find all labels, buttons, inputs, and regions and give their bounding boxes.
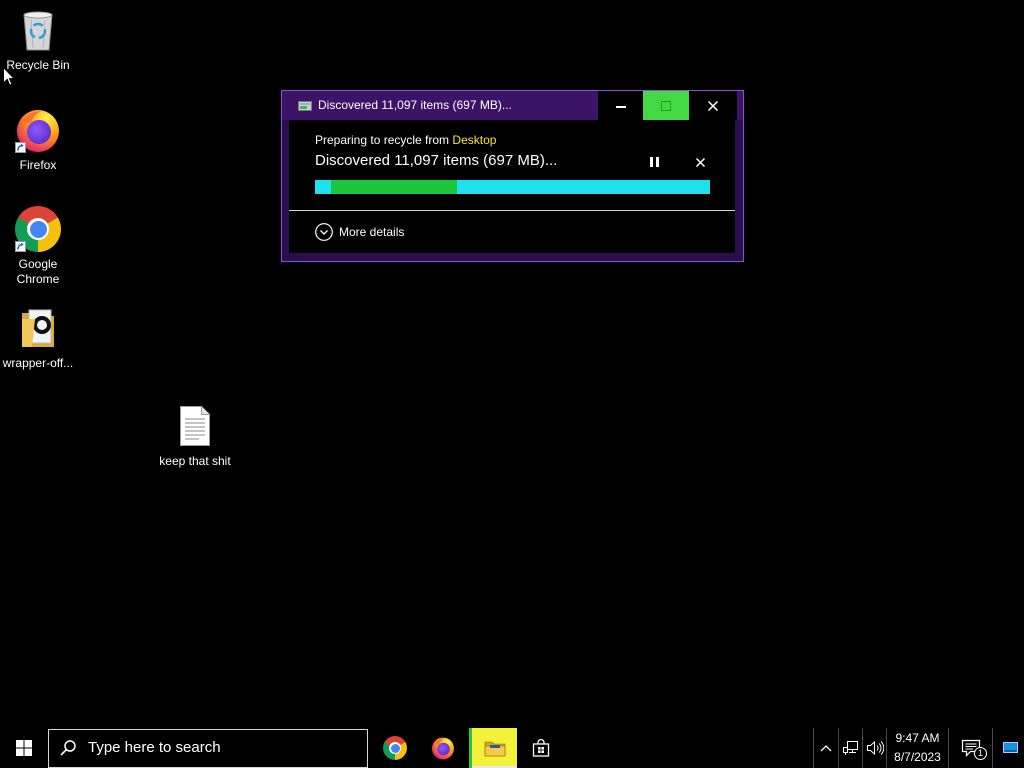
taskbar-app-chrome[interactable]	[371, 728, 419, 768]
pause-button[interactable]	[644, 152, 664, 172]
desktop-icon-firefox[interactable]: Firefox	[0, 106, 76, 173]
chevron-down-circle-icon	[315, 223, 333, 241]
volume-icon	[866, 740, 884, 756]
more-details-toggle[interactable]: More details	[315, 223, 404, 241]
notification-count-badge: 1	[974, 747, 987, 760]
clock-time: 9:47 AM	[895, 731, 940, 745]
desktop: Recycle Bin Firefox Google Chrome wrappe…	[0, 0, 1024, 728]
network-button[interactable]	[838, 728, 862, 768]
minimize-button[interactable]	[598, 91, 643, 120]
dialog-body: Preparing to recycle from Desktop Discov…	[289, 120, 735, 253]
desktop-icon-google-chrome[interactable]: Google Chrome	[0, 205, 76, 287]
progress-bar	[315, 180, 710, 194]
folder-icon	[22, 309, 54, 347]
start-button[interactable]	[0, 728, 48, 768]
search-icon	[60, 740, 76, 756]
show-desktop-button[interactable]	[992, 728, 1024, 768]
action-center-button[interactable]: 1	[948, 728, 992, 768]
chrome-icon-core	[29, 220, 47, 238]
maximize-icon	[661, 100, 671, 111]
desktop-icon-glyph	[14, 205, 62, 253]
clock-date: 8/7/2023	[894, 750, 941, 764]
desktop-icon-keep-that-shit[interactable]: keep that shit	[157, 402, 233, 469]
cancel-operation-button[interactable]	[690, 152, 710, 172]
divider	[289, 210, 735, 211]
firefox-icon	[432, 737, 454, 760]
progress-fill	[330, 180, 458, 194]
search-placeholder: Type here to search	[88, 739, 221, 756]
desktop-icon-glyph	[14, 6, 62, 54]
operation-status: Discovered 11,097 items (697 MB)...	[315, 152, 558, 169]
chrome-icon-core	[390, 743, 400, 753]
volume-button[interactable]	[862, 728, 886, 768]
desktop-icon-glyph	[14, 304, 62, 352]
taskbar-app-file-explorer[interactable]	[469, 728, 517, 768]
recycle-bin-icon	[23, 11, 53, 51]
desktop-icon-glyph	[14, 106, 62, 154]
pause-icon	[649, 157, 659, 167]
monitor-icon	[1003, 742, 1018, 753]
desktop-icon-glyph	[171, 402, 219, 450]
file-operation-icon	[298, 101, 312, 111]
desktop-icon-label: keep that shit	[159, 454, 231, 468]
close-icon	[708, 100, 718, 111]
dialog-title: Discovered 11,097 items (697 MB)...	[318, 98, 512, 112]
minimize-icon	[615, 105, 626, 108]
chrome-icon	[383, 736, 407, 760]
operation-description: Preparing to recycle from Desktop	[315, 133, 496, 148]
shortcut-arrow-icon	[15, 142, 26, 153]
more-details-label: More details	[339, 224, 405, 239]
close-icon	[695, 157, 705, 167]
chrome-icon-ring	[27, 218, 49, 240]
operation-prefix: Preparing to recycle from	[315, 133, 450, 147]
desktop-icon-label: Google Chrome	[16, 257, 60, 286]
close-button[interactable]	[689, 91, 737, 120]
taskbar: Type here to search 9:47 AM 8/7/2023 1	[0, 728, 1024, 768]
clock[interactable]: 9:47 AM 8/7/2023	[886, 728, 948, 768]
desktop-icon-recycle-bin[interactable]: Recycle Bin	[0, 6, 76, 73]
desktop-icon-label: wrapper-off...	[2, 356, 74, 370]
search-box[interactable]: Type here to search	[48, 729, 368, 768]
windows-logo-icon	[16, 740, 32, 756]
taskbar-app-firefox[interactable]	[419, 728, 467, 768]
store-icon	[532, 739, 550, 757]
chrome-icon-ring	[389, 742, 401, 754]
maximize-button[interactable]	[643, 91, 689, 120]
source-location-link[interactable]: Desktop	[452, 133, 496, 147]
file-explorer-icon	[484, 741, 505, 757]
chevron-up-icon	[820, 745, 832, 752]
network-icon	[842, 741, 858, 755]
show-hidden-icons-button[interactable]	[813, 728, 838, 768]
mouse-cursor-icon	[3, 67, 15, 86]
desktop-icon-label: Firefox	[19, 158, 57, 172]
shortcut-arrow-icon	[15, 241, 26, 252]
recycle-progress-dialog: Discovered 11,097 items (697 MB)... Prep…	[281, 90, 744, 262]
desktop-icon-wrapper-off[interactable]: wrapper-off...	[0, 304, 76, 371]
dialog-titlebar[interactable]: Discovered 11,097 items (697 MB)...	[282, 91, 743, 120]
text-document-icon	[180, 406, 210, 446]
taskbar-app-store[interactable]	[517, 728, 565, 768]
